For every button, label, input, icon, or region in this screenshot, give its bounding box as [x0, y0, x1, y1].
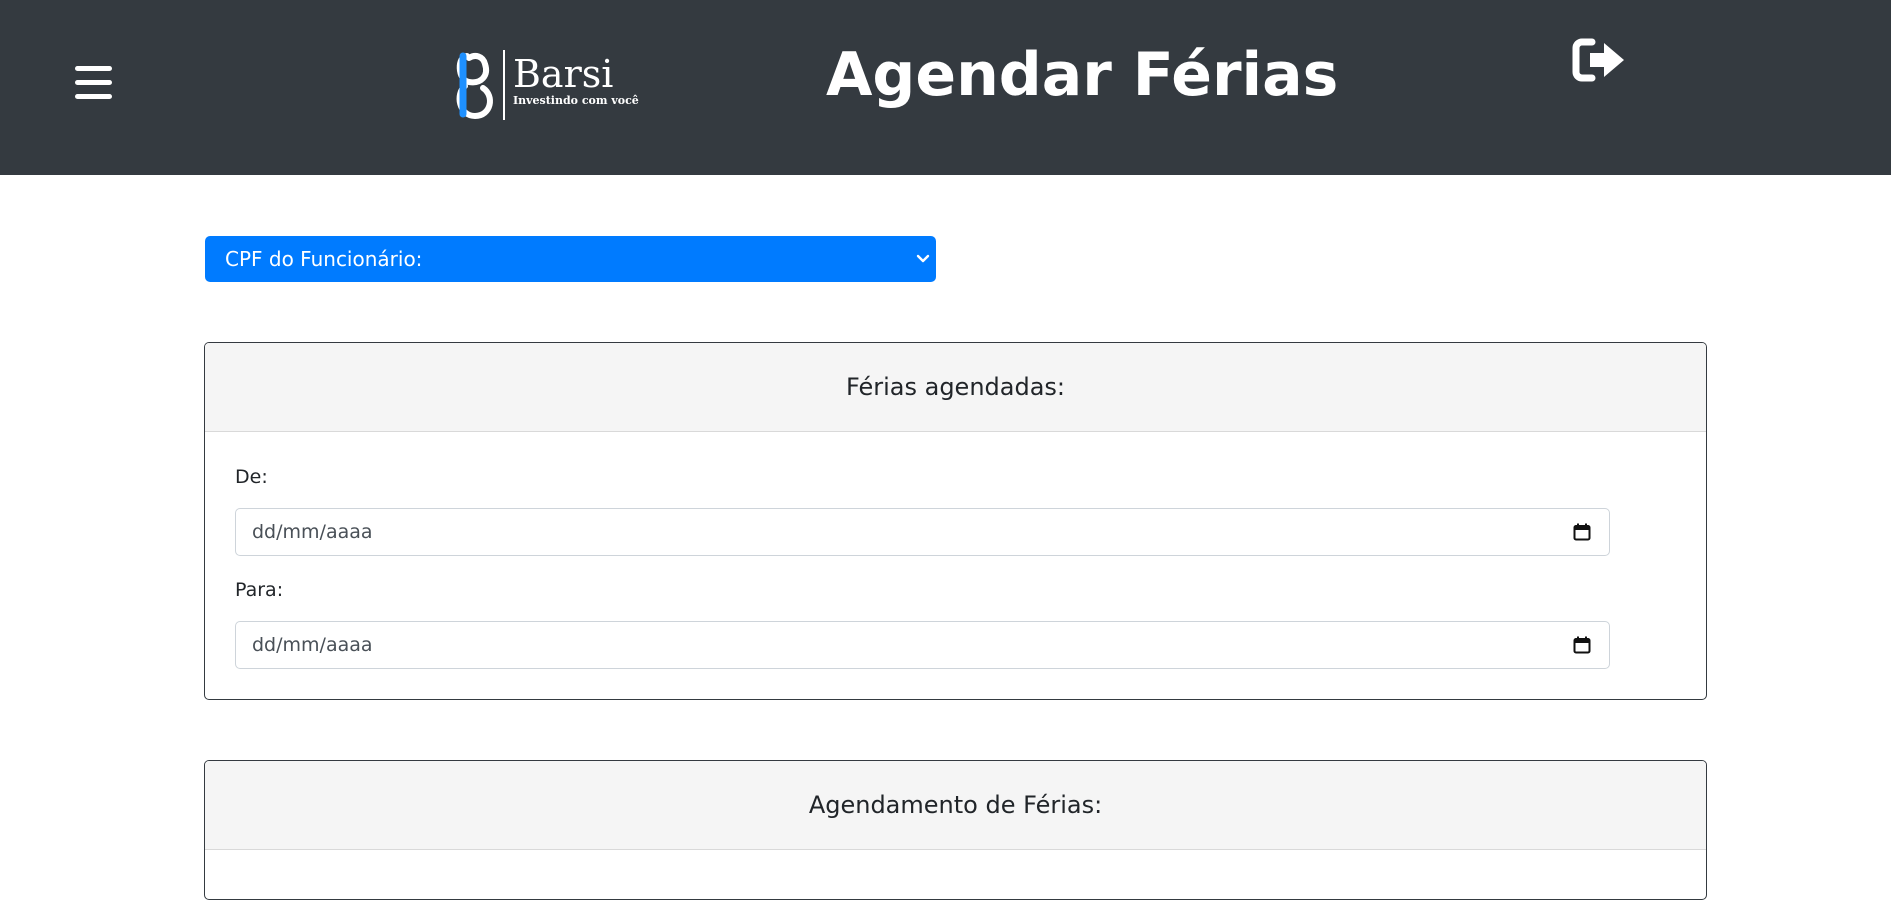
- page-title: Agendar Férias: [826, 40, 1339, 110]
- vacation-scheduling-title: Agendamento de Férias:: [205, 761, 1706, 850]
- to-date-input[interactable]: dd/mm/aaaa: [235, 621, 1610, 669]
- logo-mark-icon: [456, 52, 493, 120]
- from-date-input[interactable]: dd/mm/aaaa: [235, 508, 1610, 556]
- scheduled-vacations-card: Férias agendadas: De: dd/mm/aaaa Para: d…: [204, 342, 1707, 700]
- to-label: Para:: [235, 579, 284, 601]
- employee-cpf-select-value: CPF do Funcionário:: [225, 247, 423, 271]
- sign-out-icon[interactable]: [1572, 36, 1626, 84]
- employee-cpf-select[interactable]: CPF do Funcionário:: [205, 236, 936, 282]
- scheduled-vacations-title: Férias agendadas:: [205, 343, 1706, 432]
- calendar-icon[interactable]: [1573, 523, 1591, 541]
- hamburger-menu-icon[interactable]: [75, 66, 112, 100]
- from-date-placeholder: dd/mm/aaaa: [252, 521, 373, 543]
- from-label: De:: [235, 466, 268, 488]
- calendar-icon[interactable]: [1573, 636, 1591, 654]
- chevron-down-icon: [916, 254, 930, 263]
- logo-divider: [503, 50, 505, 120]
- to-date-placeholder: dd/mm/aaaa: [252, 634, 373, 656]
- app-header: Barsi Investindo com você Agendar Férias: [0, 0, 1891, 175]
- vacation-scheduling-card: Agendamento de Férias:: [204, 760, 1707, 900]
- logo-name: Barsi: [513, 52, 614, 96]
- logo-tagline: Investindo com você: [513, 94, 639, 107]
